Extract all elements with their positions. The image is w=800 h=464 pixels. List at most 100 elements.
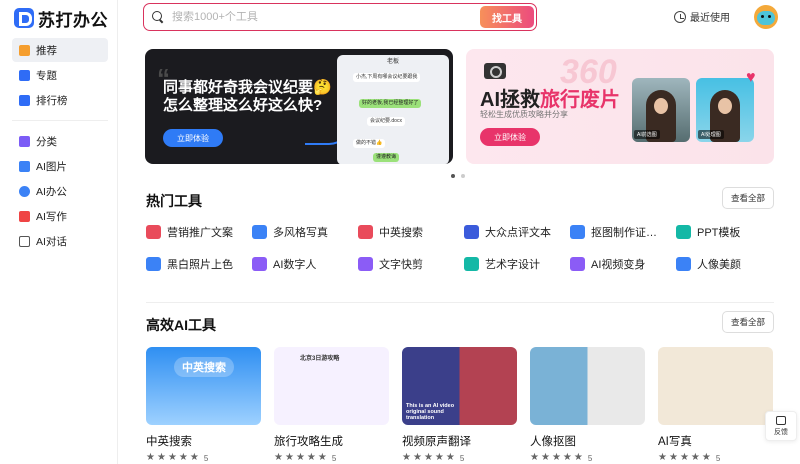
star-icon: ★	[562, 452, 572, 463]
star-icon: ★	[690, 452, 700, 463]
thumbnail-label: 北京3日游攻略	[300, 356, 340, 362]
tool-icon	[358, 257, 373, 271]
star-icon: ★	[434, 452, 444, 463]
see-all-hot-tools-button[interactable]: 查看全部	[722, 187, 774, 209]
rating-value: 5	[331, 453, 337, 463]
bookmark-icon	[19, 69, 30, 81]
star-icon: ★	[573, 452, 583, 463]
hot-tool-item[interactable]: 多风格写真	[252, 224, 358, 240]
sidebar-item-label: 排行榜	[36, 94, 68, 107]
sidebar-item-ai-image[interactable]: AI图片	[12, 154, 108, 178]
card-thumbnail: This is an AI video original sound trans…	[402, 347, 517, 425]
chat-message: 谨遵教诲	[373, 153, 400, 162]
ai-tool-card[interactable]: This is an AI video original sound trans…	[402, 347, 517, 463]
hot-tool-item[interactable]: 大众点评文本	[464, 224, 570, 240]
banner-title: 同事都好奇我会议纪要🤔怎么整理这么好这么快?	[163, 79, 332, 114]
tool-label: 人像美颜	[697, 259, 741, 271]
card-thumbnail: 中英搜索	[146, 347, 261, 425]
star-icon: ★	[284, 452, 294, 463]
sidebar-item-ai-chat[interactable]: AI对话	[12, 229, 108, 253]
carousel-dot[interactable]	[451, 174, 455, 178]
tool-icon	[146, 257, 161, 271]
search-icon	[152, 11, 164, 23]
card-title: AI写真	[658, 436, 692, 448]
sidebar-item-category[interactable]: 分类	[12, 129, 108, 153]
section-divider	[146, 302, 774, 303]
sidebar-item-ai-writing[interactable]: AI写作	[12, 204, 108, 228]
hot-tool-item[interactable]: 艺术字设计	[464, 256, 570, 272]
banner-title-part: AI拯救	[480, 89, 540, 111]
tool-icon	[252, 225, 267, 239]
hot-tool-item[interactable]: 中英搜索	[358, 224, 464, 240]
sidebar-nav: 推荐 专题 排行榜 分类 AI图片 AI办公 AI写作 AI对话	[12, 38, 108, 254]
find-tools-button[interactable]: 找工具	[480, 6, 534, 28]
banner-subtitle: 轻松生成优质攻略并分享	[480, 110, 568, 119]
banner-title-highlight: 旅行废片	[540, 89, 620, 111]
card-thumbnail	[658, 347, 773, 425]
star-icon: ★	[317, 452, 327, 463]
star-icon: ★	[679, 452, 689, 463]
tool-icon	[464, 225, 479, 239]
see-all-ai-tools-button[interactable]: 查看全部	[722, 311, 774, 333]
sidebar-item-ai-office[interactable]: AI办公	[12, 179, 108, 203]
ai-tool-cards: 中英搜索 中英搜索 ★ ★ ★ ★ ★ 5 北京3日游攻略 旅行攻略生成 ★ ★ ★ ★ ★ 5 This is…	[146, 347, 773, 463]
search-bar: 找工具	[143, 3, 537, 31]
recent-used-link[interactable]: 最近使用	[674, 9, 730, 24]
star-icon: ★	[167, 452, 177, 463]
ai-tool-card[interactable]: AI写真 ★ ★ ★ ★ ★ 5	[658, 347, 773, 463]
star-icon: ★	[274, 452, 283, 463]
grid-icon	[19, 135, 30, 147]
hot-tool-item[interactable]: 黑白照片上色	[146, 256, 252, 272]
logo[interactable]: 苏打办公	[14, 7, 108, 30]
hot-tool-item[interactable]: 抠图制作证…	[570, 224, 676, 240]
try-now-button[interactable]: 立即体验	[163, 129, 223, 147]
chat-mockup: 老板 小杰,下周有哪会议纪要跟我 好的老板,我已经整理好了 会议纪要.docx …	[337, 55, 449, 164]
star-icon: ★	[530, 452, 539, 463]
hot-tool-item[interactable]: PPT模板	[676, 224, 782, 240]
carousel-dot[interactable]	[461, 174, 465, 178]
card-title: 中英搜索	[146, 436, 192, 448]
star-icon: ★	[178, 452, 188, 463]
sidebar-item-recommend[interactable]: 推荐	[12, 38, 108, 62]
sidebar-item-topics[interactable]: 专题	[12, 63, 108, 87]
bar-chart-icon	[19, 94, 30, 106]
star-icon: ★	[668, 452, 678, 463]
ai-tool-card[interactable]: 中英搜索 中英搜索 ★ ★ ★ ★ ★ 5	[146, 347, 261, 463]
sidebar-item-label: 专题	[36, 69, 57, 82]
tool-label: AI视频变身	[591, 259, 646, 271]
tool-icon	[570, 257, 585, 271]
avatar[interactable]	[754, 5, 778, 29]
card-rating: ★ ★ ★ ★ ★ 5	[530, 453, 645, 463]
tool-icon	[358, 225, 373, 239]
sidebar-item-ranking[interactable]: 排行榜	[12, 88, 108, 112]
tool-icon	[464, 257, 479, 271]
sidebar-item-label: AI图片	[36, 160, 67, 173]
thumbnail-label: 中英搜索	[174, 357, 234, 377]
banner-title: AI拯救旅行废片	[480, 83, 620, 112]
ai-tool-card[interactable]: 北京3日游攻略 旅行攻略生成 ★ ★ ★ ★ ★ 5	[274, 347, 389, 463]
search-input[interactable]	[172, 11, 480, 23]
photo-tag: AI前选图	[634, 130, 660, 139]
card-title: 人像抠图	[530, 436, 576, 448]
hot-tool-item[interactable]: AI数字人	[252, 256, 358, 272]
chat-title: 老板	[386, 59, 399, 65]
tool-icon	[676, 257, 691, 271]
try-now-button[interactable]: 立即体验	[480, 128, 540, 146]
ai-tool-card[interactable]: 人像抠图 ★ ★ ★ ★ ★ 5	[530, 347, 645, 463]
star-icon: ★	[306, 452, 316, 463]
feedback-button[interactable]: 反馈	[765, 411, 797, 441]
hot-tool-item[interactable]: 营销推广文案	[146, 224, 252, 240]
banner-travel-photos[interactable]: 360 AI拯救旅行废片 轻松生成优质攻略并分享 立即体验 AI前选图 AI处理…	[466, 49, 774, 164]
hot-tool-item[interactable]: 人像美颜	[676, 256, 782, 272]
banner-meeting-minutes[interactable]: “ 同事都好奇我会议纪要🤔怎么整理这么好这么快? 立即体验 老板 小杰,下周有哪…	[145, 49, 453, 164]
card-rating: ★ ★ ★ ★ ★ 5	[274, 453, 389, 463]
star-icon: ★	[412, 452, 422, 463]
feedback-label: 反馈	[774, 429, 788, 436]
card-thumbnail	[530, 347, 645, 425]
hot-tool-item[interactable]: AI视频变身	[570, 256, 676, 272]
hot-tool-item[interactable]: 文字快剪	[358, 256, 464, 272]
tool-icon	[570, 225, 585, 239]
recent-used-label: 最近使用	[690, 13, 730, 24]
sidebar-item-label: AI对话	[36, 235, 67, 248]
sidebar-divider	[12, 120, 108, 121]
